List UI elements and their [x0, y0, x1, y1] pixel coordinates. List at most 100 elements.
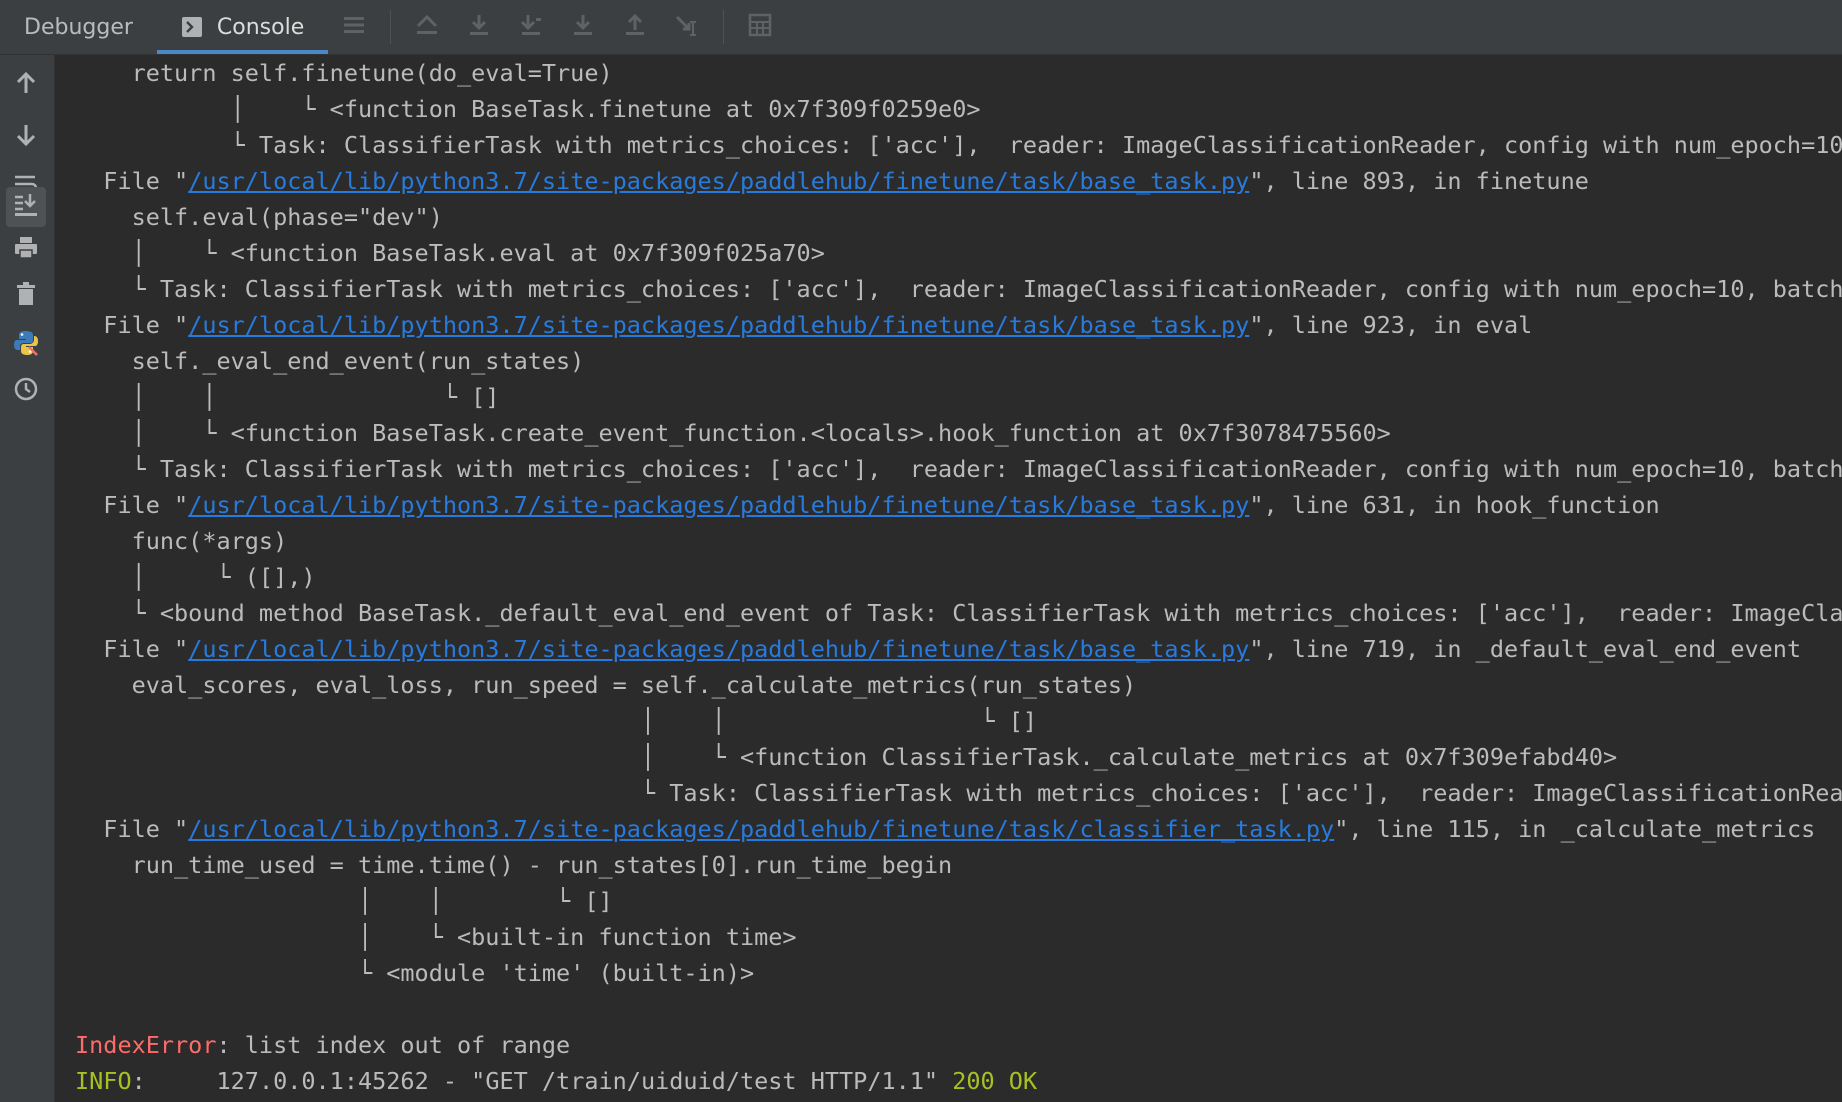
console-text: File " [75, 815, 189, 843]
clear-all-button[interactable] [6, 276, 46, 316]
console-line: │ │ └ [] [75, 379, 1842, 415]
console-gutter [0, 55, 55, 1102]
http-status: 200 OK [952, 1067, 1038, 1095]
file-path-link[interactable]: /usr/local/lib/python3.7/site-packages/p… [188, 491, 1249, 519]
run-to-cursor-icon [674, 12, 700, 42]
file-path-link[interactable]: /usr/local/lib/python3.7/site-packages/p… [188, 167, 1249, 195]
console-text: │ └ <function BaseTask.eval at 0x7f309f0… [75, 239, 825, 267]
console-line: self.eval(phase="dev") [75, 199, 1842, 235]
file-path-link[interactable]: /usr/local/lib/python3.7/site-packages/p… [188, 311, 1249, 339]
file-path-link[interactable]: /usr/local/lib/python3.7/site-packages/p… [188, 815, 1334, 843]
down-arrow-icon [13, 122, 39, 152]
console-line: └ Task: ClassifierTask with metrics_choi… [75, 451, 1842, 487]
console-line: eval_scores, eval_loss, run_speed = self… [75, 667, 1842, 703]
console-text: return self.finetune(do_eval=True) [75, 59, 613, 87]
console-line: │ └ <function BaseTask.finetune at 0x7f3… [75, 91, 1842, 127]
console-text: │ │ └ [] [75, 887, 613, 915]
menu-button[interactable] [328, 0, 380, 54]
error-type: IndexError [75, 1031, 217, 1059]
console-line: │ │ └ [] [75, 703, 1842, 739]
console-text: │ │ └ [] [75, 707, 1038, 735]
step-into-button[interactable] [505, 0, 557, 54]
show-execution-point-icon [414, 12, 440, 42]
evaluate-expression-icon [747, 12, 773, 42]
console-line: File "/usr/local/lib/python3.7/site-pack… [75, 307, 1842, 343]
console-text: ", line 631, in hook_function [1249, 491, 1660, 519]
debug-toolbar: Debugger Console [0, 0, 1842, 55]
console-line: │ └ <built-in function time> [75, 919, 1842, 955]
console-line: │ │ └ [] [75, 883, 1842, 919]
console-text: ", line 115, in _calculate_metrics [1334, 815, 1816, 843]
console-line: func(*args) [75, 523, 1842, 559]
console-text: │ │ └ [] [75, 383, 500, 411]
step-over-button[interactable] [453, 0, 505, 54]
console-text: └ <module 'time' (built-in)> [75, 959, 755, 987]
console-line: └ <bound method BaseTask._default_eval_e… [75, 595, 1842, 631]
scroll-to-end-button[interactable] [6, 187, 46, 227]
down-button[interactable] [6, 117, 46, 157]
console-text: │ └ <function BaseTask.create_event_func… [75, 419, 1391, 447]
console-text: ", line 719, in _default_eval_end_event [1249, 635, 1802, 663]
console-line: self._eval_end_event(run_states) [75, 343, 1842, 379]
console-text: └ Task: ClassifierTask with metrics_choi… [75, 455, 1842, 483]
show-execution-point-button[interactable] [401, 0, 453, 54]
error-line: IndexError: list index out of range [75, 1027, 1842, 1063]
console-text: │ └ ([],) [75, 563, 316, 591]
console-line: └ <module 'time' (built-in)> [75, 955, 1842, 991]
up-button[interactable] [6, 65, 46, 105]
console-text: └ <bound method BaseTask._default_eval_e… [75, 599, 1842, 627]
console-line: File "/usr/local/lib/python3.7/site-pack… [75, 163, 1842, 199]
console-line: return self.finetune(do_eval=True) [75, 55, 1842, 91]
console-text: func(*args) [75, 527, 288, 555]
traceback-output: return self.finetune(do_eval=True) │ └ <… [75, 55, 1842, 1099]
step-into-my-code-button[interactable] [557, 0, 609, 54]
console-text: └ Task: ClassifierTask with metrics_choi… [75, 779, 1842, 807]
console-line: │ └ <function BaseTask.create_event_func… [75, 415, 1842, 451]
console-icon [181, 16, 203, 38]
print-button[interactable] [6, 230, 46, 270]
console-line: File "/usr/local/lib/python3.7/site-pack… [75, 631, 1842, 667]
console-line: File "/usr/local/lib/python3.7/site-pack… [75, 487, 1842, 523]
error-separator: : [216, 1031, 245, 1059]
evaluate-expression-button[interactable] [734, 0, 786, 54]
console-text: run_time_used = time.time() - run_states… [75, 851, 953, 879]
step-into-my-code-icon [570, 12, 596, 42]
console-text: self._eval_end_event(run_states) [75, 347, 585, 375]
console-text: File " [75, 167, 189, 195]
console-text: │ └ <function BaseTask.finetune at 0x7f3… [75, 95, 981, 123]
python-console-button[interactable] [6, 325, 46, 365]
menu-icon [342, 13, 366, 41]
console-text: └ Task: ClassifierTask with metrics_choi… [75, 131, 1842, 159]
console-line: run_time_used = time.time() - run_states… [75, 847, 1842, 883]
console-text: ", line 893, in finetune [1249, 167, 1589, 195]
info-spacing [146, 1067, 217, 1095]
run-to-cursor-button[interactable] [661, 0, 713, 54]
scroll-to-end-icon [13, 192, 39, 222]
console-line: └ Task: ClassifierTask with metrics_choi… [75, 271, 1842, 307]
history-icon [13, 376, 39, 406]
console-line: │ └ ([],) [75, 559, 1842, 595]
console-text: └ Task: ClassifierTask with metrics_choi… [75, 275, 1842, 303]
console-text: ", line 923, in eval [1249, 311, 1533, 339]
info-tag: INFO [75, 1067, 132, 1095]
console-line: File "/usr/local/lib/python3.7/site-pack… [75, 811, 1842, 847]
print-icon [13, 235, 39, 265]
error-message: list index out of range [244, 1031, 571, 1059]
up-arrow-icon [13, 70, 39, 100]
info-colon: : [131, 1067, 146, 1095]
step-out-button[interactable] [609, 0, 661, 54]
history-button[interactable] [6, 371, 46, 411]
console-text: self.eval(phase="dev") [75, 203, 443, 231]
console-line: └ Task: ClassifierTask with metrics_choi… [75, 775, 1842, 811]
console-output[interactable]: return self.finetune(do_eval=True) │ └ <… [55, 55, 1842, 1102]
file-path-link[interactable]: /usr/local/lib/python3.7/site-packages/p… [188, 635, 1249, 663]
toolbar-divider [723, 10, 725, 44]
tab-debugger[interactable]: Debugger [0, 0, 157, 54]
tab-console[interactable]: Console [156, 0, 329, 54]
console-line: └ Task: ClassifierTask with metrics_choi… [75, 127, 1842, 163]
console-text: File " [75, 311, 189, 339]
step-over-icon [466, 12, 492, 42]
console-text: │ └ <built-in function time> [75, 923, 797, 951]
trash-icon [13, 281, 39, 311]
